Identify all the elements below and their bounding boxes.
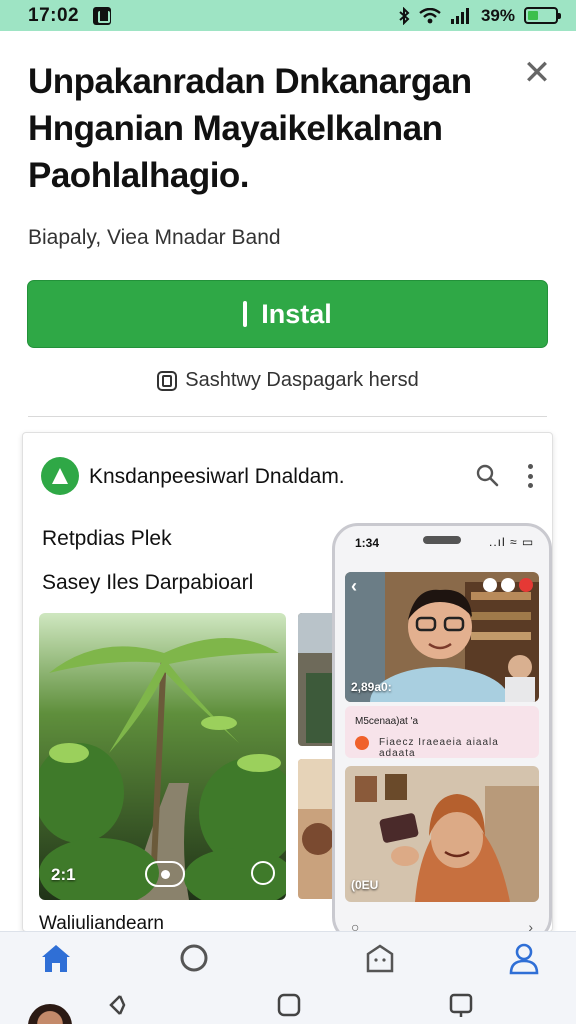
chat-meta: Fiaecz Iraeaeia aiaala adaata (379, 737, 499, 759)
battery-fill (528, 11, 539, 20)
video-duration: 2:1 (51, 865, 76, 884)
install-screen: 17:02 39% Unpakanradan Dnkanargan Hngani… (0, 0, 576, 1024)
publisher-label: Biapaly, Viea Mnadar Band (28, 226, 281, 249)
battery-percent: 39% (480, 5, 515, 25)
status-icons: 39% (398, 5, 561, 26)
preview-caption: Waliuliandearn (39, 913, 164, 932)
photo-overlay-text-2: (0EU (351, 878, 379, 892)
circle-icon[interactable] (172, 938, 216, 978)
app-logo-icon (41, 457, 79, 495)
bluetooth-icon (399, 6, 410, 25)
status-bar: 17:02 39% (0, 0, 576, 31)
store-icon[interactable] (358, 938, 402, 978)
phone-notch (423, 536, 461, 544)
chat-avatar-icon (355, 736, 369, 750)
section-subtitle: Sasey Iles Darpabioarl (42, 571, 254, 594)
play-icon[interactable] (145, 861, 185, 887)
recents-icon[interactable] (444, 988, 478, 1022)
safety-text: Sashtwy Daspagark hersd (185, 369, 419, 391)
preview-app-name: Knsdanpeesiwarl Dnaldam. (89, 465, 345, 488)
lock-icon (157, 370, 178, 391)
phone-status-icons: ..ıl ≈ ▭ (489, 535, 535, 549)
section-title: Retpdias Plek (42, 527, 172, 550)
profile-icon[interactable] (502, 938, 546, 978)
verified-icon (251, 861, 275, 885)
app-title: Unpakanradan Dnkanargan Hnganian Mayaike… (28, 62, 472, 195)
photo-overlay-text: 2,89a0: (351, 680, 392, 694)
status-time: 17:02 (28, 4, 80, 26)
chat-message[interactable]: M5cenaa)at 'a Fiaecz Iraeaeia aiaala ada… (345, 706, 539, 759)
back-arrow-icon[interactable]: ‹ (351, 576, 357, 597)
search-icon[interactable] (475, 463, 499, 487)
bottom-navigation (0, 931, 576, 1024)
phone-status-bar: 1:34 ..ıl ≈ ▭ (335, 526, 549, 558)
safety-info[interactable]: Sashtwy Daspagark hersd (0, 369, 576, 392)
more-options-icon[interactable] (523, 463, 537, 489)
home-square-icon[interactable] (272, 988, 306, 1022)
install-button[interactable]: Instal (27, 280, 548, 348)
install-button-bar-icon (243, 301, 248, 327)
call-controls (483, 578, 533, 592)
divider (28, 416, 547, 417)
install-button-label: Instal (261, 298, 332, 329)
home-icon[interactable] (34, 938, 78, 978)
phone-bottom-bar: ○ › (345, 912, 539, 931)
wifi-icon (419, 7, 441, 23)
battery-icon (524, 7, 561, 24)
chat-line: M5cenaa)at 'a (355, 716, 419, 727)
back-icon[interactable] (100, 988, 134, 1022)
video-call-photo-2: (0EU (345, 766, 539, 902)
phone-screenshot[interactable]: 1:34 ..ıl ≈ ▭ ‹ 2,89a0: M5cenaa)at 'a Fi… (332, 523, 552, 931)
video-call-photo: ‹ 2,89a0: (345, 572, 539, 702)
app-notification-icon (93, 6, 112, 25)
video-thumbnail[interactable]: 2:1 (39, 613, 286, 900)
app-preview-card[interactable]: Knsdanpeesiwarl Dnaldam. Retpdias Plek S… (22, 432, 553, 932)
close-icon[interactable]: ✕ (522, 56, 552, 90)
phone-time: 1:34 (355, 536, 380, 550)
jungle-image (39, 613, 286, 900)
signal-icon (450, 7, 469, 24)
